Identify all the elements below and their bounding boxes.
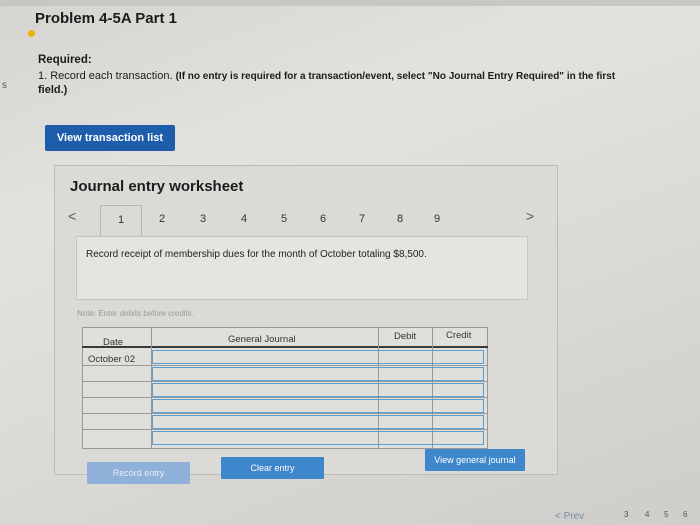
view-transaction-list-button[interactable]: View transaction list [45,125,175,151]
tab-9[interactable]: 9 [434,213,440,225]
page-number[interactable]: 4 [645,510,649,519]
row-divider [82,381,488,382]
worksheet-title: Journal entry worksheet [70,178,244,195]
tab-4[interactable]: 4 [241,213,247,225]
row-divider [82,397,488,398]
journal-input-row-2[interactable] [152,367,484,381]
required-label: Required: [38,54,92,66]
prev-page-label: Prev [563,511,585,522]
journal-input-row-3[interactable] [152,383,484,397]
page-number[interactable]: 3 [624,510,628,519]
debits-note: Note: Enter debits before credits. [77,309,194,318]
instruction-bold: (If no entry is required for a transacti… [175,71,616,82]
page-number[interactable]: 5 [664,510,668,519]
tab-5[interactable]: 5 [281,213,287,225]
row-divider [82,429,488,430]
date-cell-row-1[interactable]: October 02 [88,354,135,365]
page-title: Problem 4-5A Part 1 [35,10,177,27]
col-header-debit: Debit [394,331,417,342]
journal-input-row-5[interactable] [152,415,484,429]
transaction-description: Record receipt of membership dues for th… [86,249,427,260]
tab-3[interactable]: 3 [200,213,206,225]
row-divider [82,413,488,414]
instruction-continuation: field.) [38,84,68,96]
instruction-text: 1. Record each transaction. (If no entry… [38,69,700,84]
prev-transaction-chevron-icon[interactable]: < [68,208,76,224]
next-transaction-chevron-icon[interactable]: > [526,208,534,224]
view-general-journal-button[interactable]: View general journal [425,449,525,471]
col-header-general-journal: General Journal [228,334,296,345]
top-rule [0,0,700,6]
row-divider [82,365,488,366]
tab-1[interactable]: 1 [100,205,142,237]
status-dot-icon [28,30,35,37]
journal-input-row-4[interactable] [152,399,484,413]
instruction-prefix: 1. Record each transaction. [38,70,173,82]
left-edge-letter: s [2,80,7,91]
journal-input-row-6[interactable] [152,431,484,445]
tab-8[interactable]: 8 [397,213,403,225]
transaction-description-box [76,236,528,300]
tab-2[interactable]: 2 [159,213,165,225]
page-number[interactable]: 6 [683,510,687,519]
clear-entry-button[interactable]: Clear entry [221,457,324,479]
prev-page-link[interactable]: < Prev [555,511,584,522]
header-divider [82,346,488,348]
tab-7[interactable]: 7 [359,213,365,225]
record-entry-button[interactable]: Record entry [87,462,190,484]
journal-input-row-1[interactable] [152,350,484,364]
col-header-credit: Credit [446,330,472,341]
tab-6[interactable]: 6 [320,213,326,225]
